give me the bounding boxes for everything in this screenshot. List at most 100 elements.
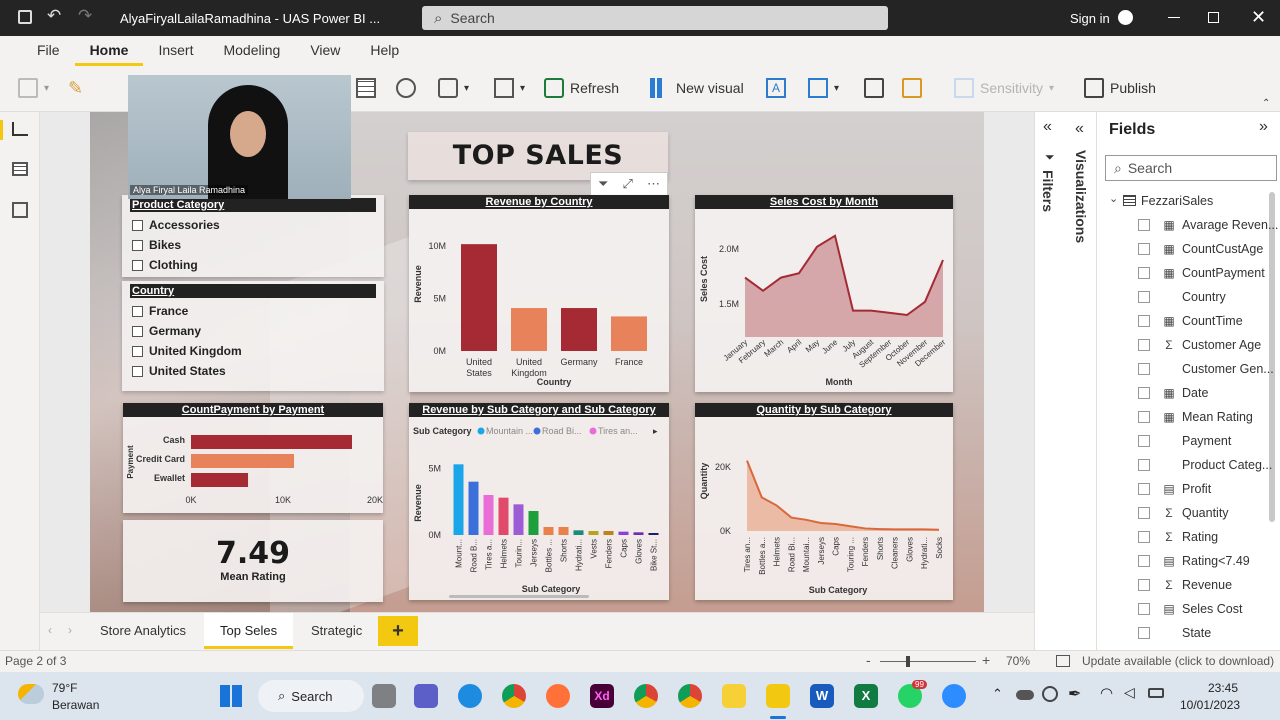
field-checkbox[interactable] (1138, 603, 1150, 615)
more-visuals-button[interactable]: ▾ (808, 78, 839, 98)
format-painter-button[interactable]: ✎ (68, 78, 83, 99)
slicer-item[interactable]: United States (122, 361, 384, 381)
field-item[interactable]: Payment (1138, 434, 1231, 448)
power-bi-icon[interactable] (766, 684, 790, 708)
field-item[interactable]: ▤ Seles Cost (1138, 602, 1242, 616)
onedrive-icon[interactable] (1016, 690, 1034, 700)
paste-button[interactable]: ▾ (18, 78, 49, 98)
field-item[interactable]: Σ Quantity (1138, 506, 1229, 520)
recent-sources-button[interactable]: ▾ (438, 78, 469, 98)
sync-icon[interactable] (1042, 686, 1058, 702)
checkbox[interactable] (132, 259, 143, 271)
field-checkbox[interactable] (1138, 315, 1150, 327)
field-item[interactable]: ▦ CountCustAge (1138, 242, 1263, 256)
field-item[interactable]: ▤ Rating<7.49 (1138, 554, 1250, 568)
adobe-xd-icon[interactable]: Xd (590, 684, 614, 708)
field-item[interactable]: Product Categ... (1138, 458, 1272, 472)
field-checkbox[interactable] (1138, 555, 1150, 567)
next-page-icon[interactable]: › (68, 623, 72, 637)
checkbox[interactable] (132, 305, 143, 317)
field-item[interactable]: ▤ Profit (1138, 482, 1211, 496)
zoom-slider[interactable] (880, 661, 976, 662)
field-checkbox[interactable] (1138, 339, 1150, 351)
weather-temp[interactable]: 79°F (52, 681, 77, 695)
battery-icon[interactable] (1148, 688, 1164, 698)
checkbox[interactable] (132, 325, 143, 337)
prev-page-icon[interactable]: ‹ (48, 623, 52, 637)
field-item[interactable]: Customer Gen... (1138, 362, 1274, 376)
collapse-visualizations-icon[interactable]: « (1075, 120, 1084, 138)
menu-insert[interactable]: Insert (143, 36, 208, 66)
fields-search-input[interactable]: ⌕ Search (1105, 155, 1277, 181)
collapse-filters-icon[interactable]: « (1043, 118, 1052, 136)
table-expand-chevron-icon[interactable]: ⌄ (1109, 192, 1118, 205)
ribbon-collapse-icon[interactable]: ⌃ (1262, 98, 1270, 109)
tab-strategic[interactable]: Strategic (295, 613, 378, 649)
field-checkbox[interactable] (1138, 291, 1150, 303)
task-view-icon[interactable] (372, 684, 396, 708)
field-checkbox[interactable] (1138, 531, 1150, 543)
field-item[interactable]: Σ Revenue (1138, 578, 1232, 592)
field-checkbox[interactable] (1138, 459, 1150, 471)
slicer-item[interactable]: Clothing (122, 255, 384, 275)
windows-start-icon[interactable] (220, 685, 242, 707)
field-item[interactable]: ▦ Date (1138, 386, 1208, 400)
zoom-app-icon[interactable] (942, 684, 966, 708)
menu-modeling[interactable]: Modeling (208, 36, 295, 66)
undo-icon[interactable]: ↶ (47, 6, 61, 26)
field-checkbox[interactable] (1138, 579, 1150, 591)
field-item[interactable]: ▦ Avarage Reven... (1138, 218, 1278, 232)
checkbox[interactable] (132, 219, 143, 231)
slicer-item[interactable]: Accessories (122, 215, 384, 235)
excel-icon[interactable]: X (854, 684, 878, 708)
weather-desc[interactable]: Berawan (52, 698, 99, 712)
quantity-by-sub-category-card[interactable]: Quantity by Sub Category 0K 20K Quantity Ti… (695, 403, 953, 600)
mean-rating-card[interactable]: 7.49 Mean Rating (123, 520, 383, 602)
tab-top-seles[interactable]: Top Seles (204, 613, 294, 649)
checkbox[interactable] (132, 345, 143, 357)
seles-cost-by-month-card[interactable]: Seles Cost by Month 1.5M 2.0M Seles Cost Ja… (695, 195, 953, 392)
chrome-profile-2-icon[interactable] (678, 684, 702, 708)
field-checkbox[interactable] (1138, 435, 1150, 447)
minimize-icon[interactable] (1168, 17, 1180, 18)
add-page-button[interactable]: + (378, 616, 418, 646)
filters-pane-label[interactable]: Filters (1040, 170, 1056, 212)
transform-data-button[interactable]: ▾ (494, 78, 525, 98)
sign-in-link[interactable]: Sign in (1070, 11, 1110, 26)
field-item[interactable]: Σ Rating (1138, 530, 1218, 544)
new-visual-button[interactable]: New visual (650, 78, 744, 98)
redo-icon[interactable]: ↷ (78, 6, 92, 26)
pen-icon[interactable]: ✒ (1068, 684, 1081, 704)
field-checkbox[interactable] (1138, 243, 1150, 255)
publish-button[interactable]: Publish (1084, 78, 1156, 98)
model-view-button[interactable] (12, 202, 28, 218)
field-checkbox[interactable] (1138, 363, 1150, 375)
chrome-profile-icon[interactable] (634, 684, 658, 708)
slicer-item[interactable]: Bikes (122, 235, 384, 255)
quick-measure-button[interactable] (902, 78, 922, 98)
search-box[interactable]: ⌕ Search (422, 6, 888, 30)
checkbox[interactable] (132, 239, 143, 251)
field-checkbox[interactable] (1138, 411, 1150, 423)
field-checkbox[interactable] (1138, 387, 1150, 399)
data-view-button[interactable] (12, 162, 28, 176)
sticky-notes-icon[interactable] (722, 684, 746, 708)
enter-data-button[interactable] (356, 78, 376, 98)
field-checkbox[interactable] (1138, 507, 1150, 519)
new-measure-button[interactable] (864, 78, 884, 98)
firefox-icon[interactable] (546, 684, 570, 708)
countpayment-by-payment-card[interactable]: CountPayment by Payment Cash Credit Card E… (123, 403, 383, 513)
menu-view[interactable]: View (295, 36, 355, 66)
dataverse-button[interactable] (396, 78, 416, 98)
menu-file[interactable]: File (22, 36, 75, 66)
filter-icon[interactable]: ⏷ (598, 176, 608, 192)
field-item[interactable]: Country (1138, 290, 1226, 304)
table-name[interactable]: FezzariSales (1141, 194, 1213, 208)
field-item[interactable]: ▦ Mean Rating (1138, 410, 1253, 424)
visualizations-pane-label[interactable]: Visualizations (1073, 150, 1089, 243)
slicer-item[interactable]: United Kingdom (122, 341, 384, 361)
slicer-item[interactable]: Germany (122, 321, 384, 341)
wifi-icon[interactable]: ◠ (1100, 684, 1113, 702)
field-checkbox[interactable] (1138, 483, 1150, 495)
menu-help[interactable]: Help (355, 36, 414, 66)
